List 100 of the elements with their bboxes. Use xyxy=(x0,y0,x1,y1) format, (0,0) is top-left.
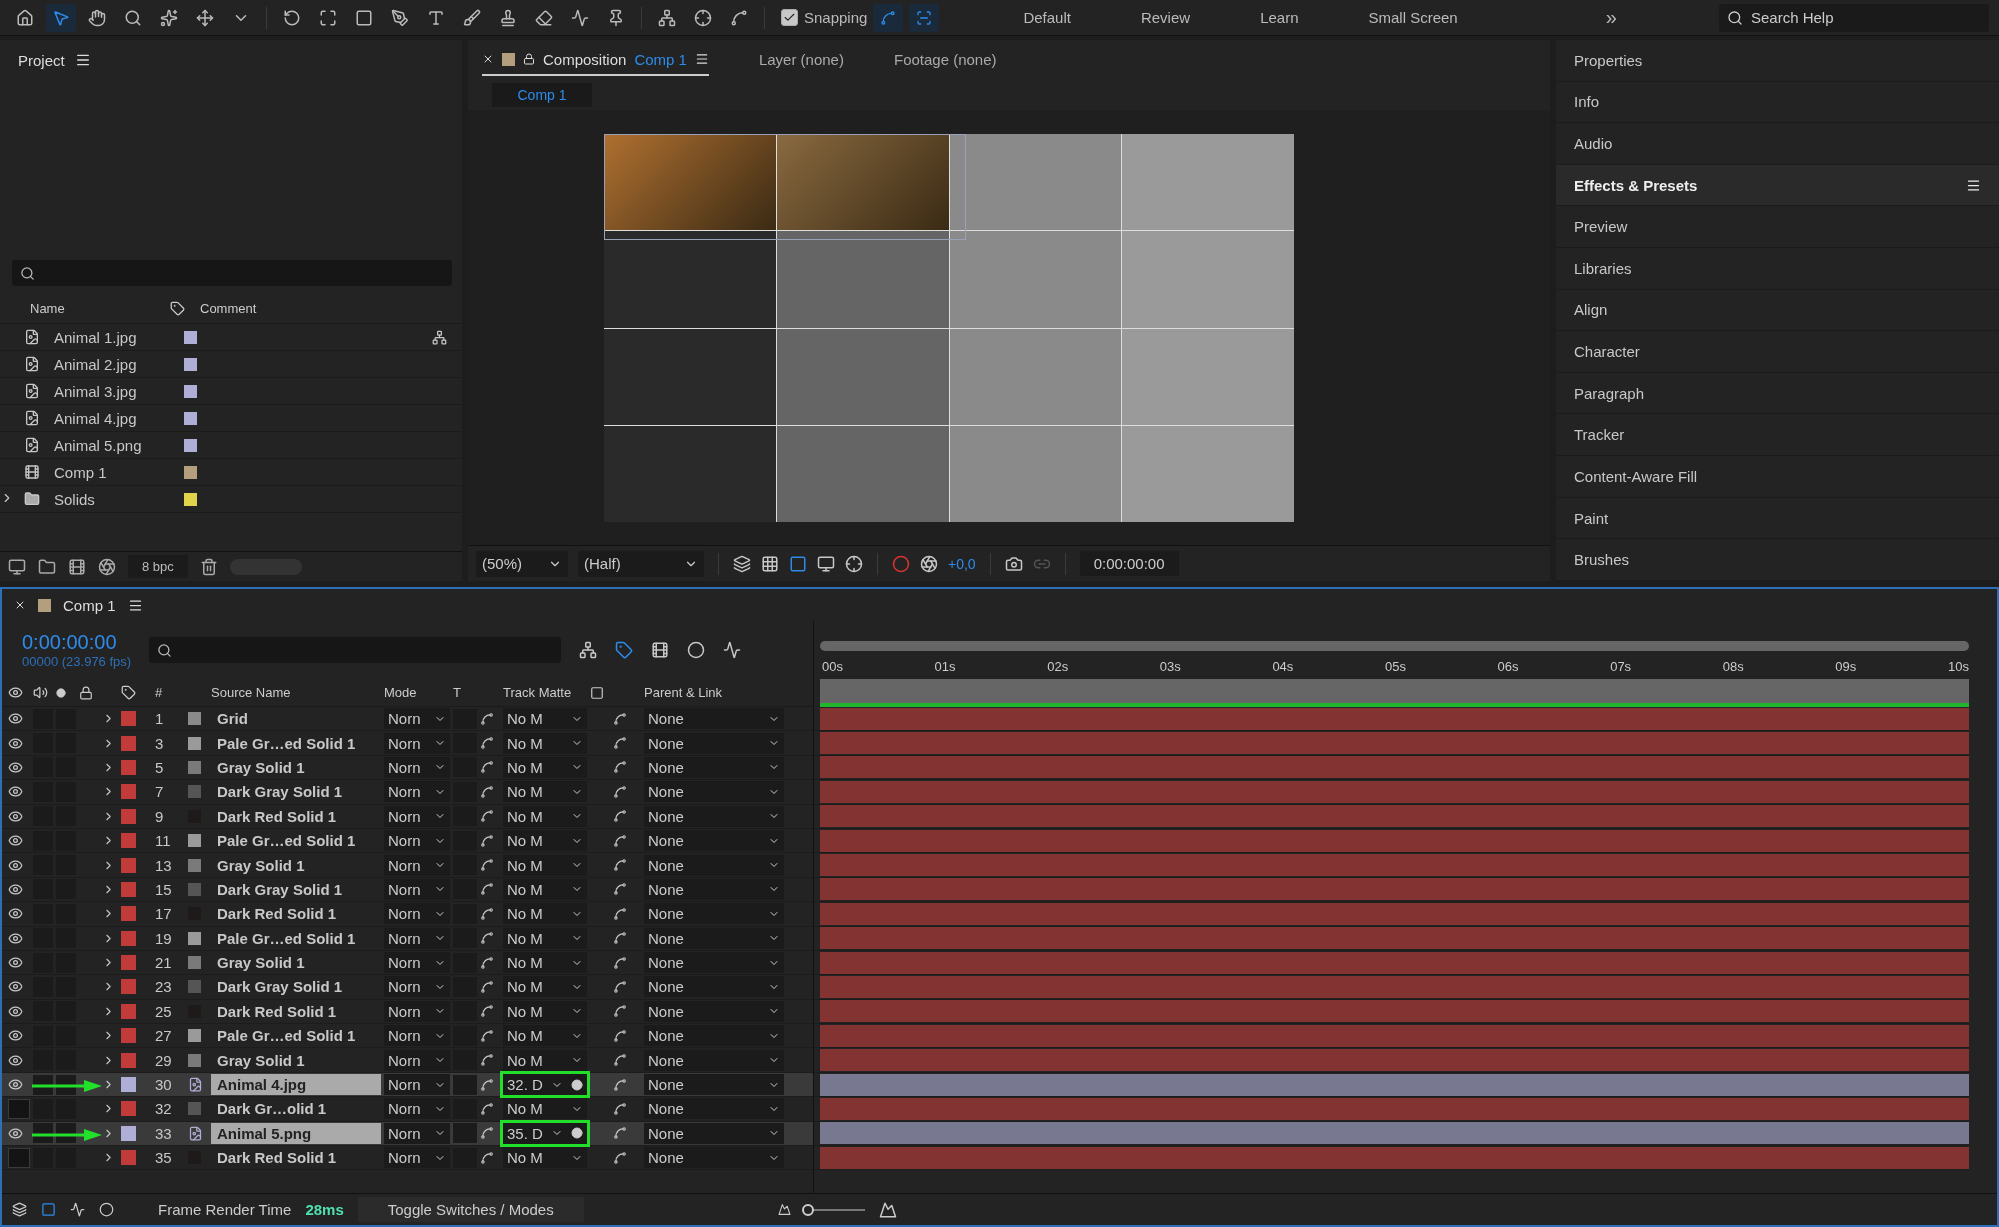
pick-whip-icon[interactable] xyxy=(480,1101,494,1116)
label-swatch[interactable] xyxy=(121,833,136,849)
pick-whip-icon[interactable] xyxy=(613,809,627,824)
pick-whip-icon[interactable] xyxy=(480,711,494,726)
layer-name[interactable]: Dark Gr…olid 1 xyxy=(211,1098,381,1120)
parent-dropdown[interactable]: None xyxy=(644,1147,784,1169)
viewer-tab[interactable]: Footage (none) xyxy=(893,44,997,76)
panel-tab[interactable]: Align xyxy=(1556,289,1999,332)
zoom-in-icon[interactable] xyxy=(878,1200,897,1219)
eye-icon[interactable] xyxy=(8,735,23,751)
layer-name[interactable]: Pale Gr…ed Solid 1 xyxy=(211,732,381,754)
parent-dropdown[interactable]: None xyxy=(644,1098,784,1120)
panel-tab[interactable]: Info xyxy=(1556,81,1999,124)
parent-dropdown[interactable]: None xyxy=(644,1122,784,1144)
track-matte-dropdown[interactable]: No M xyxy=(503,976,587,998)
eye-icon[interactable] xyxy=(8,1028,23,1044)
layer-name[interactable]: Pale Gr…ed Solid 1 xyxy=(211,1025,381,1047)
mode-dropdown[interactable]: Norn xyxy=(384,732,450,754)
pick-whip-icon[interactable] xyxy=(613,1101,627,1116)
eye-icon[interactable] xyxy=(8,906,23,922)
pick-whip-icon[interactable] xyxy=(480,980,494,994)
label-swatch[interactable] xyxy=(121,930,136,946)
pick-whip-icon[interactable] xyxy=(613,784,627,799)
label-swatch[interactable] xyxy=(121,1150,136,1166)
pick-whip-icon[interactable] xyxy=(613,711,627,726)
pick-whip-icon[interactable] xyxy=(480,1077,494,1092)
column-header[interactable]: Parent & Link xyxy=(644,685,784,700)
mode-dropdown[interactable]: Norn xyxy=(384,878,450,900)
mode-dropdown[interactable]: Norn xyxy=(384,854,450,876)
layer-name[interactable]: Dark Red Solid 1 xyxy=(211,903,381,925)
menu-icon[interactable] xyxy=(694,52,709,66)
mode-dropdown[interactable]: Norn xyxy=(384,756,450,778)
pick-whip-icon[interactable] xyxy=(613,906,627,921)
panel-tab[interactable]: Content-Aware Fill xyxy=(1556,456,1999,498)
pick-whip-icon[interactable] xyxy=(613,1126,627,1141)
column-header[interactable]: Source Name xyxy=(211,685,381,700)
eye-icon[interactable] xyxy=(8,711,23,727)
eye-icon[interactable] xyxy=(8,881,23,897)
parent-dropdown[interactable]: None xyxy=(644,854,784,876)
mode-dropdown[interactable]: Norn xyxy=(384,952,450,974)
snap-edges-icon[interactable] xyxy=(880,9,897,26)
layer-row[interactable]: 32 Dark Gr…olid 1 Norn No M None xyxy=(2,1097,813,1122)
panel-tab[interactable]: Tracker xyxy=(1556,414,1999,457)
panel-tab[interactable]: Properties xyxy=(1556,40,1999,82)
label-swatch[interactable] xyxy=(121,1077,136,1093)
column-header[interactable]: Mode xyxy=(384,685,450,700)
panel-tab[interactable]: Paragraph xyxy=(1556,372,1999,415)
close-icon[interactable] xyxy=(14,599,26,611)
zoom-icon[interactable] xyxy=(124,8,142,27)
layer-duration-bar[interactable] xyxy=(820,1122,1969,1145)
layer-name[interactable]: Gray Solid 1 xyxy=(211,952,381,974)
snapshot-icon[interactable] xyxy=(1004,554,1023,573)
label-swatch[interactable] xyxy=(121,735,136,751)
transparency-grid-icon[interactable] xyxy=(761,554,779,573)
pick-whip-icon[interactable] xyxy=(613,833,627,848)
column-header[interactable]: Name xyxy=(30,301,170,316)
label-swatch[interactable] xyxy=(121,881,136,897)
mode-dropdown[interactable]: Norn xyxy=(384,1000,450,1022)
label-swatch[interactable] xyxy=(121,1003,136,1019)
parent-dropdown[interactable]: None xyxy=(644,732,784,754)
parent-dropdown[interactable]: None xyxy=(644,878,784,900)
layer-row[interactable]: 30 Animal 4.jpg Norn 32. D None xyxy=(2,1072,813,1098)
layer-row[interactable]: 17 Dark Red Solid 1 Norn No M None xyxy=(2,902,813,927)
layer-row[interactable]: 3 Pale Gr…ed Solid 1 Norn No M None xyxy=(2,731,813,756)
eye-icon[interactable] xyxy=(8,759,23,775)
track-matte-dropdown[interactable]: No M xyxy=(503,878,587,900)
zoom-out-icon[interactable] xyxy=(777,1203,791,1216)
label-swatch[interactable] xyxy=(121,1101,136,1117)
parent-dropdown[interactable]: None xyxy=(644,927,784,949)
layer-name[interactable]: Dark Gray Solid 1 xyxy=(211,781,381,803)
layer-name[interactable]: Dark Red Solid 1 xyxy=(211,1147,381,1169)
layer-duration-bar[interactable] xyxy=(820,1073,1969,1096)
pick-whip-icon[interactable] xyxy=(613,858,627,873)
label-swatch[interactable] xyxy=(121,857,136,873)
parent-dropdown[interactable]: None xyxy=(644,708,784,730)
mode-dropdown[interactable]: Norn xyxy=(384,1147,450,1169)
track-matte-dropdown[interactable]: No M xyxy=(503,756,587,778)
menu-icon[interactable] xyxy=(74,52,91,68)
pick-whip-icon[interactable] xyxy=(480,736,494,751)
panel-tab[interactable]: Character xyxy=(1556,331,1999,373)
layer-row[interactable]: 7 Dark Gray Solid 1 Norn No M None xyxy=(2,780,813,805)
menu-icon[interactable] xyxy=(127,597,143,613)
viewer-tab[interactable]: Layer (none) xyxy=(758,44,844,76)
resolution-dropdown[interactable]: (Half) xyxy=(578,550,704,577)
workspace-tab[interactable]: Learn xyxy=(1228,9,1331,26)
track-matte-dropdown[interactable]: 35. D xyxy=(503,1122,587,1144)
layer-row[interactable]: 13 Gray Solid 1 Norn No M None xyxy=(2,853,813,878)
mode-dropdown[interactable]: Norn xyxy=(384,805,450,827)
layer-name[interactable]: Grid xyxy=(211,708,381,730)
eye-icon[interactable] xyxy=(8,808,23,824)
timecode-field[interactable]: 0:00:00:00 xyxy=(1079,551,1179,576)
layer-row[interactable]: 33 Animal 5.png Norn 35. D None xyxy=(2,1121,813,1147)
panel-tab[interactable]: Audio xyxy=(1556,123,1999,165)
layer-name[interactable]: Dark Gray Solid 1 xyxy=(211,878,381,900)
mode-dropdown[interactable]: Norn xyxy=(384,903,450,925)
pick-whip-icon[interactable] xyxy=(613,882,627,897)
pick-whip-icon[interactable] xyxy=(613,1150,627,1165)
mode-dropdown[interactable]: Norn xyxy=(384,1025,450,1047)
layer-row[interactable]: 29 Gray Solid 1 Norn No M None xyxy=(2,1048,813,1073)
parent-dropdown[interactable]: None xyxy=(644,1049,784,1071)
